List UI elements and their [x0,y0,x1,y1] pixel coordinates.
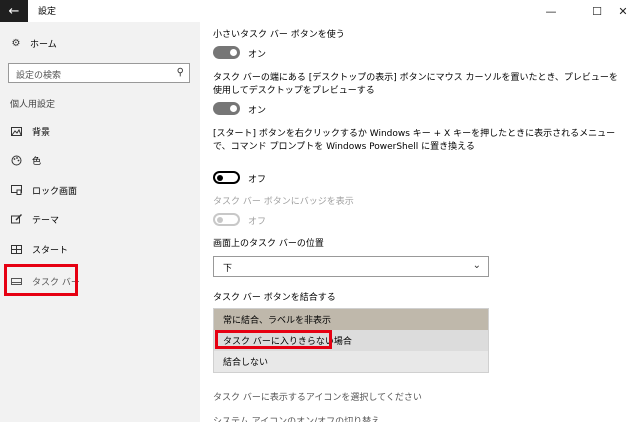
combine-label: タスク バー ボタンを結合する [213,293,336,303]
section-title: 個人用設定 [10,100,56,110]
sidebar: ⚙ ホーム 設定の検索 ⚲ 個人用設定 背景 色 ロック画面 テーマ スタート [0,22,200,422]
badges-toggle-row: オフ [213,213,413,227]
toggle-state-text: オン [248,50,267,60]
sidebar-item-home[interactable]: ⚙ ホーム [0,32,200,54]
small-buttons-toggle[interactable] [213,46,240,59]
picture-icon [10,125,22,137]
lock-screen-icon [10,184,22,196]
sidebar-item-background[interactable]: 背景 [0,120,200,142]
badges-label: タスク バー ボタンにバッジを表示 [213,197,354,207]
combine-option-always[interactable]: 常に結合、ラベルを非表示 [214,309,488,330]
powershell-toggle-row: オフ [213,171,413,185]
start-grid-icon [10,243,22,255]
search-icon: ⚲ [176,67,184,78]
peek-label: タスク バーの端にある [デスクトップの表示] ボタンにマウス カーソルを置いた… [213,73,618,96]
sidebar-item-label: ロック画面 [32,186,78,197]
notify-icons-link[interactable]: タスク バーに表示するアイコンを選択してください [213,390,422,403]
powershell-label: [スタート] ボタンを右クリックするか Windows キー + X キーを押し… [213,129,616,152]
sidebar-item-theme[interactable]: テーマ [0,208,200,230]
taskbar-location-label: 画面上のタスク バーの位置 [213,239,324,249]
gear-icon: ⚙ [11,37,21,49]
chevron-down-icon: ⌄ [472,260,481,271]
sidebar-item-label: 背景 [32,127,51,138]
title-bar: ← 設定 — ☐ ✕ [0,0,640,22]
arrow-left-icon: ← [8,3,20,19]
badges-toggle [213,213,240,226]
toggle-state-text: オフ [248,217,267,227]
search-input[interactable]: 設定の検索 ⚲ [8,63,190,83]
highlight-box-option [215,330,332,349]
small-buttons-toggle-row: オン [213,46,413,60]
toggle-state-text: オン [248,106,267,116]
small-buttons-label: 小さいタスク バー ボタンを使う [213,30,345,40]
minimize-icon: — [545,4,557,18]
search-placeholder: 設定の検索 [16,71,62,81]
highlight-box-taskbar [4,264,78,296]
sidebar-item-color[interactable]: 色 [0,149,200,171]
select-value: 下 [223,264,233,274]
close-icon: ✕ [618,4,628,18]
peek-toggle-row: オン [213,102,413,116]
sidebar-item-start[interactable]: スタート [0,238,200,260]
sidebar-item-label: ホーム [30,39,57,50]
system-icons-link[interactable]: システム アイコンのオン/オフの切り替え [213,414,380,422]
option-label: 結合しない [223,358,269,368]
taskbar-location-select[interactable]: 下 ⌄ [213,256,489,277]
theme-brush-icon [10,213,22,225]
main-content: 小さいタスク バー ボタンを使う オン タスク バーの端にある [デスクトップの… [200,22,640,422]
combine-option-never[interactable]: 結合しない [214,351,488,372]
sidebar-item-label: スタート [32,245,69,256]
window-title: 設定 [38,7,57,17]
maximize-icon: ☐ [592,4,602,18]
sidebar-item-label: テーマ [32,215,60,226]
sidebar-item-label: 色 [32,156,42,167]
option-label: 常に結合、ラベルを非表示 [223,316,332,326]
minimize-button[interactable]: — [534,0,568,22]
sidebar-item-lock-screen[interactable]: ロック画面 [0,179,200,201]
back-button[interactable]: ← [0,0,28,22]
peek-toggle[interactable] [213,102,240,115]
palette-icon [10,154,22,166]
powershell-toggle[interactable] [213,171,240,184]
close-button[interactable]: ✕ [606,0,640,22]
toggle-state-text: オフ [248,175,267,185]
